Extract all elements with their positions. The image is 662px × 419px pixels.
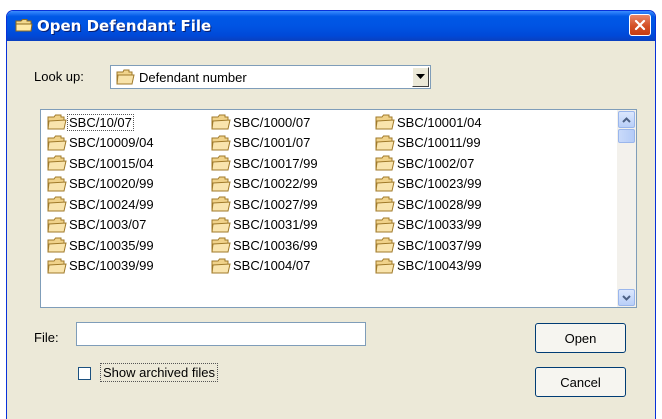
- folder-icon: [375, 237, 395, 253]
- file-item[interactable]: SBC/10001/04: [374, 112, 483, 132]
- file-item-label: SBC/10020/99: [69, 176, 154, 191]
- file-item[interactable]: SBC/10017/99: [210, 153, 319, 173]
- file-item-label: SBC/10027/99: [233, 196, 318, 212]
- folder-icon: [375, 176, 395, 191]
- dropdown-arrow-button[interactable]: [412, 67, 429, 87]
- look-up-value: Defendant number: [139, 70, 247, 85]
- file-item-label: SBC/10/07: [67, 113, 134, 131]
- file-item-label: SBC/10033/99: [397, 217, 482, 232]
- file-item[interactable]: SBC/10011/99: [374, 133, 482, 153]
- file-item-label: SBC/10035/99: [69, 237, 154, 253]
- show-archived-checkbox[interactable]: [78, 367, 91, 380]
- folder-icon: [47, 176, 67, 191]
- file-item-label: SBC/10009/04: [69, 135, 154, 150]
- cancel-button-label: Cancel: [560, 374, 601, 390]
- folder-icon: [211, 114, 231, 130]
- file-item[interactable]: SBC/10043/99: [374, 256, 483, 276]
- file-item-label: SBC/10031/99: [233, 217, 318, 232]
- file-item[interactable]: SBC/1001/07: [210, 133, 311, 153]
- file-item[interactable]: SBC/10022/99: [210, 174, 319, 194]
- folder-icon: [47, 217, 67, 232]
- folder-icon: [211, 196, 231, 212]
- folder-icon: [47, 135, 67, 150]
- folder-icon: [47, 155, 67, 171]
- file-item-label: SBC/1004/07: [233, 258, 311, 273]
- file-item-label: SBC/10022/99: [233, 176, 318, 191]
- title-bar[interactable]: Open Defendant File: [7, 11, 655, 41]
- file-item[interactable]: SBC/1002/07: [374, 153, 475, 173]
- show-archived-label[interactable]: Show archived files: [100, 363, 218, 382]
- folder-icon: [15, 19, 33, 32]
- folder-icon: [375, 258, 395, 273]
- file-item[interactable]: SBC/10020/99: [46, 174, 155, 194]
- file-item[interactable]: SBC/10027/99: [210, 194, 319, 214]
- look-up-label: Look up:: [34, 69, 84, 84]
- file-item[interactable]: SBC/10/07: [46, 112, 134, 132]
- cancel-button[interactable]: Cancel: [535, 367, 626, 397]
- file-item-label: SBC/10037/99: [397, 237, 482, 253]
- chevron-down-icon: [622, 294, 631, 301]
- folder-icon: [375, 217, 395, 232]
- file-item[interactable]: SBC/10037/99: [374, 235, 483, 255]
- file-list[interactable]: SBC/10043/99 SBC/10037/99 SBC/10033/99 SBC/…: [40, 109, 637, 308]
- scroll-thumb[interactable]: [618, 129, 635, 143]
- open-defendant-file-dialog: Open Defendant File Look up: Defendant n…: [6, 10, 656, 419]
- folder-icon: [211, 217, 231, 232]
- file-item[interactable]: SBC/10035/99: [46, 235, 155, 255]
- vertical-scrollbar[interactable]: [617, 110, 636, 307]
- file-item[interactable]: SBC/10031/99: [210, 215, 319, 235]
- file-item[interactable]: SBC/1003/07: [46, 215, 147, 235]
- folder-icon: [375, 114, 395, 130]
- file-item[interactable]: SBC/10009/04: [46, 133, 155, 153]
- close-button[interactable]: [629, 14, 651, 36]
- look-up-dropdown[interactable]: Defendant number: [110, 65, 431, 89]
- file-item-label: SBC/10028/99: [397, 196, 482, 212]
- file-item-label: SBC/10024/99: [69, 196, 154, 212]
- file-item-label: SBC/1000/07: [233, 114, 311, 130]
- folder-icon: [375, 155, 395, 171]
- folder-icon: [211, 135, 231, 150]
- window-title: Open Defendant File: [37, 17, 212, 35]
- file-item-label: SBC/10017/99: [233, 155, 318, 171]
- file-item[interactable]: SBC/10039/99: [46, 256, 155, 276]
- file-item[interactable]: SBC/1000/07: [210, 112, 311, 132]
- open-button[interactable]: Open: [535, 323, 626, 353]
- folder-icon: [47, 258, 67, 273]
- open-button-label: Open: [564, 330, 597, 346]
- file-label: File:: [34, 330, 59, 345]
- file-item[interactable]: SBC/1004/07: [210, 256, 311, 276]
- close-icon: [634, 19, 646, 31]
- file-item-label: SBC/1001/07: [233, 135, 311, 150]
- file-item[interactable]: SBC/10033/99: [374, 215, 483, 235]
- file-item-label: SBC/10043/99: [397, 258, 482, 273]
- folder-icon: [211, 155, 231, 171]
- folder-icon: [375, 196, 395, 212]
- file-item-label: SBC/1002/07: [397, 155, 475, 171]
- file-item-label: SBC/10001/04: [397, 114, 482, 130]
- folder-icon: [47, 196, 67, 212]
- file-item-label: SBC/10036/99: [233, 237, 318, 253]
- file-item[interactable]: SBC/10028/99: [374, 194, 483, 214]
- folder-icon: [116, 69, 135, 85]
- file-name-input[interactable]: [76, 322, 366, 346]
- scroll-up-button[interactable]: [618, 111, 635, 128]
- chevron-up-icon: [622, 116, 631, 123]
- file-item-label: SBC/1003/07: [69, 217, 147, 232]
- scroll-down-button[interactable]: [618, 289, 635, 306]
- file-item-label: SBC/10039/99: [69, 258, 154, 273]
- folder-icon: [47, 237, 67, 253]
- file-item[interactable]: SBC/10024/99: [46, 194, 155, 214]
- chevron-down-icon: [416, 74, 425, 79]
- file-item-label: SBC/10011/99: [397, 135, 481, 150]
- folder-icon: [211, 237, 231, 253]
- folder-icon: [47, 114, 67, 130]
- file-item-label: SBC/10015/04: [69, 155, 154, 171]
- folder-icon: [375, 135, 395, 150]
- folder-icon: [211, 258, 231, 273]
- file-item[interactable]: SBC/10015/04: [46, 153, 155, 173]
- file-item[interactable]: SBC/10036/99: [210, 235, 319, 255]
- folder-icon: [211, 176, 231, 191]
- file-item-label: SBC/10023/99: [397, 176, 482, 191]
- file-item[interactable]: SBC/10023/99: [374, 174, 483, 194]
